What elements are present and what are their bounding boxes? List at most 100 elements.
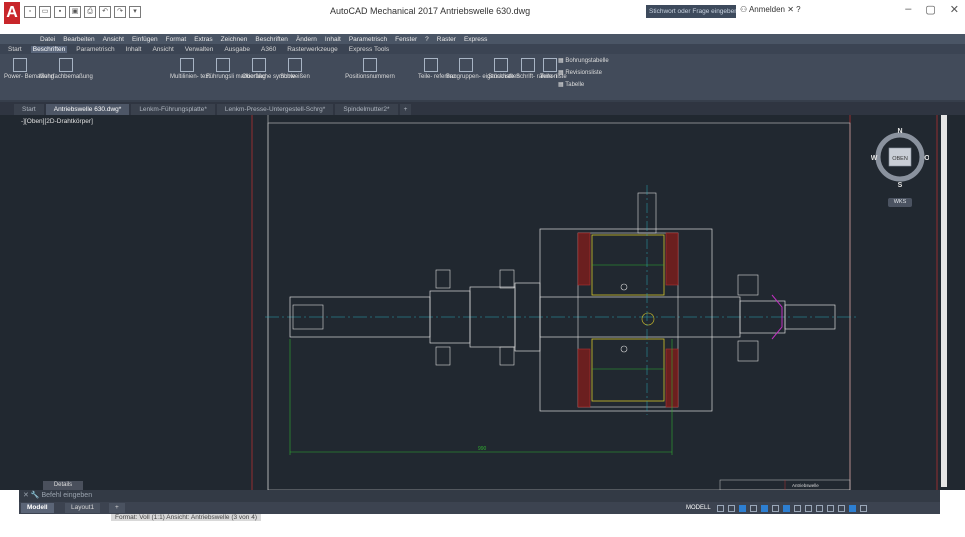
menu-item[interactable]: Bearbeiten (63, 36, 94, 43)
close-icon[interactable]: ✕ (23, 492, 31, 499)
menu-item[interactable]: Ändern (296, 36, 317, 43)
viewcube[interactable]: OBEN N S W O (871, 126, 929, 188)
otrack-icon[interactable] (771, 504, 779, 512)
mtext-button[interactable]: Multilinien- text (170, 58, 210, 81)
menu-item[interactable]: Datei (40, 36, 55, 43)
file-tab[interactable]: Start (14, 104, 44, 115)
revision-label: Revisionsliste (565, 70, 603, 76)
redo-icon[interactable]: ↷ (114, 6, 126, 18)
plus-icon[interactable] (815, 504, 823, 512)
wrench-icon[interactable]: 🔧 (31, 492, 42, 499)
polar-icon[interactable] (749, 504, 757, 512)
app-logo[interactable]: A (4, 2, 20, 24)
file-tab[interactable]: Antriebswelle 630.dwg* (45, 104, 130, 115)
weld-button[interactable]: Schweißen (278, 58, 312, 81)
menu-item[interactable]: ? (425, 36, 429, 43)
title-block-button[interactable]: Schrift- rahmen (516, 58, 557, 81)
wcs-menu[interactable]: WKS (888, 198, 912, 207)
isolate-icon[interactable] (826, 504, 834, 512)
ribbon-tab[interactable]: Ausgabe (222, 46, 252, 53)
hardware-icon[interactable] (837, 504, 845, 512)
bolt-bottom (620, 345, 628, 353)
add-layout-icon[interactable]: + (109, 503, 125, 513)
menu-item[interactable]: Beschriften (255, 36, 288, 43)
position-button[interactable]: Positionsnummern (330, 58, 410, 81)
maximize-icon[interactable]: ▢ (925, 3, 935, 16)
surface-icon (252, 58, 266, 72)
leader-button[interactable]: Führungsli markierung (206, 58, 266, 81)
multi-dim-button[interactable]: Mehrfachbemaßung (38, 58, 94, 81)
help-icon[interactable]: ? (796, 5, 800, 14)
undo-icon[interactable]: ↶ (99, 6, 111, 18)
menu-item[interactable]: Format (166, 36, 187, 43)
ribbon-tab[interactable]: Verwalten (183, 46, 216, 53)
workspace-icon[interactable] (804, 504, 812, 512)
ribbon-panel: Power- Bemaßung Mehrfachbemaßung Multili… (0, 54, 965, 104)
command-prompt[interactable]: Befehl eingeben (41, 492, 92, 499)
open-icon[interactable]: ▭ (39, 6, 51, 18)
minimize-icon[interactable]: – (905, 3, 911, 16)
surface-button[interactable]: Oberfläche symbole (242, 58, 295, 81)
save-icon[interactable]: ▪ (54, 6, 66, 18)
print-icon[interactable]: ⎙ (84, 6, 96, 18)
ribbon-tab[interactable]: Rasterwerkzeuge (285, 46, 340, 53)
multi-dim-label: Mehrfachbemaßung (39, 74, 93, 80)
menu-item[interactable]: Inhalt (325, 36, 341, 43)
saveas-icon[interactable]: ▣ (69, 6, 81, 18)
ribbon-tab[interactable]: A360 (259, 46, 278, 53)
vertical-scrollbar[interactable] (941, 115, 947, 487)
customize-icon[interactable] (859, 504, 867, 512)
bom-table-button[interactable]: ▦ Bohrungstabelle (558, 58, 609, 65)
snap-icon[interactable] (727, 504, 735, 512)
grid-icon[interactable] (716, 504, 724, 512)
bom-button[interactable]: Stückliste (488, 58, 514, 81)
clean-screen-icon[interactable] (848, 504, 856, 512)
layout-tab[interactable]: Modell (21, 503, 54, 513)
ribbon-tab[interactable]: Parametrisch (74, 46, 116, 53)
ribbon-tab[interactable]: Inhalt (124, 46, 144, 53)
search-input[interactable]: Stichwort oder Frage eingeben (646, 5, 736, 18)
menu-item[interactable]: Zeichnen (221, 36, 248, 43)
menu-item[interactable]: Raster (437, 36, 456, 43)
power-dim-button[interactable]: Power- Bemaßung (4, 58, 54, 81)
menu-item[interactable]: Ansicht (103, 36, 124, 43)
file-tab[interactable]: Spindelmutter2* (335, 104, 398, 115)
menu-item[interactable]: Einfügen (132, 36, 158, 43)
login-label: Anmelden (748, 5, 785, 14)
group-props-button[interactable]: Baugruppen- eigenschaften (446, 58, 520, 81)
ribbon-tab[interactable]: Beschriften (30, 45, 68, 53)
ortho-icon[interactable] (738, 504, 746, 512)
viewport-controls[interactable]: -][Oben][2D-Drahtkörper] (21, 118, 93, 125)
annotation-icon[interactable] (793, 504, 801, 512)
table-button[interactable]: ▦ Tabelle (558, 82, 584, 89)
new-icon[interactable]: ▫ (24, 6, 36, 18)
ribbon-tab[interactable]: Express Tools (347, 46, 391, 53)
close-icon[interactable]: ✕ (950, 3, 959, 16)
menu-item[interactable]: Fenster (395, 36, 417, 43)
title-bar: A ▫ ▭ ▪ ▣ ⎙ ↶ ↷ ▾ AutoCAD Mechanical 201… (0, 0, 965, 33)
details-button[interactable]: Details (43, 481, 83, 490)
model-space-toggle[interactable]: MODELL (684, 505, 713, 511)
lineweight-icon[interactable] (782, 504, 790, 512)
drawing-canvas[interactable]: -][Oben][2D-Drahtkörper] 990 Antriebswel… (0, 115, 965, 490)
layout-tab[interactable]: Layout1 (65, 503, 101, 513)
file-tab[interactable]: Lenkm-Führungsplatte* (131, 104, 215, 115)
menu-item[interactable]: Extras (194, 36, 212, 43)
exchange-icon[interactable]: ✕ (787, 5, 796, 14)
command-line[interactable]: ✕ 🔧 Befehl eingeben (19, 490, 940, 502)
part-ref-button[interactable]: Teile- referenz (418, 58, 456, 81)
new-tab-icon[interactable]: + (399, 104, 412, 115)
bom-table-label: Bohrungstabelle (565, 58, 609, 64)
osnap-icon[interactable] (760, 504, 768, 512)
dropdown-icon[interactable]: ▾ (129, 6, 141, 18)
menu-item[interactable]: Express (464, 36, 487, 43)
bearing-bottom-2 (499, 346, 515, 366)
ribbon-tab[interactable]: Start (6, 46, 24, 53)
menu-item[interactable]: Parametrisch (349, 36, 387, 43)
ribbon-tab[interactable]: Ansicht (150, 46, 175, 53)
drawing-svg: 990 Antriebswelle (251, 115, 938, 490)
login-button[interactable]: ⚇ Anmelden ✕ ? (740, 5, 801, 14)
file-tab[interactable]: Lenkm-Presse-Untergestell-Schrg* (216, 104, 334, 115)
parts-list-button[interactable]: Teile- liste (540, 58, 567, 81)
revision-button[interactable]: ▦ Revisionsliste (558, 70, 602, 77)
